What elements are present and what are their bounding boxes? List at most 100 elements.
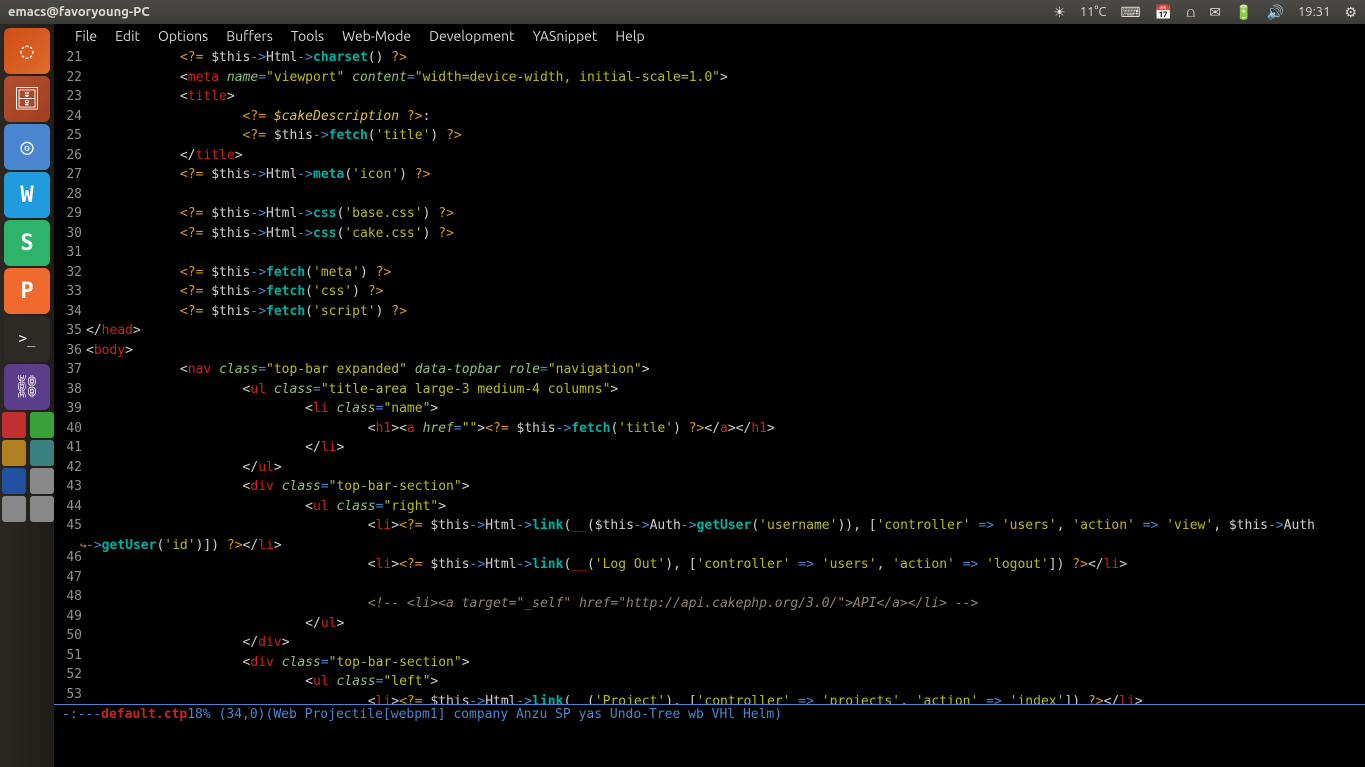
code-line[interactable]: <?= $this->fetch('meta') ?> <box>86 263 1365 283</box>
code-line[interactable]: </div> <box>86 633 1365 653</box>
minibuffer[interactable] <box>54 723 1365 767</box>
menu-development[interactable]: Development <box>420 28 524 44</box>
code-line[interactable]: <nav class="top-bar expanded" data-topba… <box>86 360 1365 380</box>
code-line[interactable]: <li><?= $this->Html->link(__($this->Auth… <box>86 516 1365 536</box>
line-number <box>54 536 82 549</box>
battery-icon[interactable]: 🔋 <box>1235 4 1252 21</box>
launcher-wps-s[interactable]: S <box>4 220 50 266</box>
code-line[interactable]: <?= $this->fetch('title') ?> <box>86 126 1365 146</box>
launcher-files[interactable]: 🗄 <box>4 76 50 122</box>
code-line[interactable]: <!-- <li><a target="_self" href="http://… <box>86 594 1365 614</box>
code-line[interactable]: </ul> <box>86 458 1365 478</box>
launcher-small-3[interactable] <box>2 440 26 466</box>
code-line[interactable]: </head> <box>86 321 1365 341</box>
code-line[interactable]: <?= $this->Html->css('cake.css') ?> <box>86 224 1365 244</box>
line-number: 21 <box>54 48 82 68</box>
launcher-emacs[interactable]: ⛓ <box>4 364 50 410</box>
line-number: 51 <box>54 646 82 666</box>
line-number: 52 <box>54 665 82 685</box>
menu-tools[interactable]: Tools <box>282 28 333 44</box>
line-number: 28 <box>54 185 82 205</box>
code-line[interactable]: <h1><a href=""><?= $this->fetch('title')… <box>86 419 1365 439</box>
line-number: 24 <box>54 107 82 127</box>
emacs-menubar: FileEditOptionsBuffersToolsWeb-ModeDevel… <box>54 24 1365 48</box>
wifi-icon[interactable]: ⩍ <box>1186 4 1195 21</box>
code-line[interactable]: <ul class="title-area large-3 medium-4 c… <box>86 380 1365 400</box>
code-line[interactable]: <div class="top-bar-section"> <box>86 477 1365 497</box>
keyboard-icon[interactable]: ⌨ <box>1121 4 1141 21</box>
code-line[interactable]: <?= $this->Html->css('base.css') ?> <box>86 204 1365 224</box>
launcher-small-6[interactable] <box>30 468 54 494</box>
line-number: 46 <box>54 548 82 568</box>
code-line[interactable]: <ul class="right"> <box>86 497 1365 517</box>
menu-yasnippet[interactable]: YASnippet <box>524 28 607 44</box>
menu-edit[interactable]: Edit <box>106 28 149 44</box>
weather-temp[interactable]: 11°C <box>1080 5 1107 19</box>
modeline-prefix: -:--- <box>62 707 101 722</box>
line-number-gutter: 2122232425262728293031323334353637383940… <box>54 48 86 704</box>
code-line[interactable]: <meta name="viewport" content="width=dev… <box>86 68 1365 88</box>
line-number: 45 <box>54 516 82 536</box>
code-line[interactable]: <?= $this->fetch('script') ?> <box>86 302 1365 322</box>
code-line[interactable]: <li><?= $this->Html->link(__('Log Out'),… <box>86 555 1365 575</box>
code-line[interactable] <box>86 575 1365 595</box>
line-number: 30 <box>54 224 82 244</box>
line-number: 49 <box>54 607 82 627</box>
line-number: 41 <box>54 438 82 458</box>
line-number: 38 <box>54 380 82 400</box>
line-number: 32 <box>54 263 82 283</box>
code-line[interactable]: <?= $cakeDescription ?>: <box>86 107 1365 127</box>
code-line[interactable]: <body> <box>86 341 1365 361</box>
launcher-small-7[interactable] <box>2 496 26 522</box>
menu-help[interactable]: Help <box>606 28 653 44</box>
code-line[interactable]: <ul class="left"> <box>86 672 1365 692</box>
launcher-small-4[interactable] <box>30 440 54 466</box>
code-text[interactable]: <?= $this->Html->charset() ?> <meta name… <box>86 48 1365 704</box>
menu-buffers[interactable]: Buffers <box>217 28 282 44</box>
unity-launcher: ◌ 🗄 ◎ W S P >_ ⛓ <box>0 24 54 767</box>
line-number: 48 <box>54 587 82 607</box>
launcher-small-2[interactable] <box>30 412 54 438</box>
launcher-terminal[interactable]: >_ <box>4 316 50 362</box>
launcher-wps-p[interactable]: P <box>4 268 50 314</box>
line-number: 50 <box>54 626 82 646</box>
code-line[interactable] <box>86 243 1365 263</box>
code-line[interactable]: <?= $this->fetch('css') ?> <box>86 282 1365 302</box>
code-line[interactable]: ↪->getUser('id')]) ?></li> <box>86 536 1365 556</box>
code-line[interactable]: <?= $this->Html->meta('icon') ?> <box>86 165 1365 185</box>
launcher-small-8[interactable] <box>30 496 54 522</box>
gear-icon[interactable]: ⚙ <box>1344 4 1357 21</box>
modeline-position: 18% (34,0) <box>187 707 265 722</box>
launcher-chromium[interactable]: ◎ <box>4 124 50 170</box>
clock[interactable]: 19:31 <box>1298 5 1331 19</box>
line-number: 33 <box>54 282 82 302</box>
line-number: 42 <box>54 458 82 478</box>
code-line[interactable]: </ul> <box>86 614 1365 634</box>
launcher-wps-w[interactable]: W <box>4 172 50 218</box>
launcher-dash[interactable]: ◌ <box>4 28 50 74</box>
code-line[interactable] <box>86 185 1365 205</box>
code-line[interactable]: </li> <box>86 438 1365 458</box>
mail-icon[interactable]: ✉ <box>1209 4 1221 21</box>
line-number: 43 <box>54 477 82 497</box>
menu-web-mode[interactable]: Web-Mode <box>333 28 420 44</box>
code-line[interactable]: <li class="name"> <box>86 399 1365 419</box>
weather-icon[interactable]: ☀ <box>1053 4 1066 21</box>
launcher-small-1[interactable] <box>2 412 26 438</box>
line-number: 47 <box>54 568 82 588</box>
emacs-modeline: -:--- default.ctp 18% (34,0) (Web Projec… <box>54 704 1365 723</box>
code-line[interactable]: <title> <box>86 87 1365 107</box>
menu-file[interactable]: File <box>66 28 106 44</box>
menu-options[interactable]: Options <box>149 28 217 44</box>
volume-icon[interactable]: 🔊 <box>1266 4 1283 21</box>
code-line[interactable]: </title> <box>86 146 1365 166</box>
code-line[interactable]: <li><?= $this->Html->link(__('Project'),… <box>86 692 1365 705</box>
code-line[interactable]: <?= $this->Html->charset() ?> <box>86 48 1365 68</box>
launcher-small-5[interactable] <box>2 468 26 494</box>
calendar-icon[interactable]: 📅 <box>1155 4 1172 21</box>
code-buffer[interactable]: 2122232425262728293031323334353637383940… <box>54 48 1365 704</box>
line-number: 40 <box>54 419 82 439</box>
line-number: 35 <box>54 321 82 341</box>
code-line[interactable]: <div class="top-bar-section"> <box>86 653 1365 673</box>
wrap-arrow-icon: ↪ <box>80 536 87 556</box>
